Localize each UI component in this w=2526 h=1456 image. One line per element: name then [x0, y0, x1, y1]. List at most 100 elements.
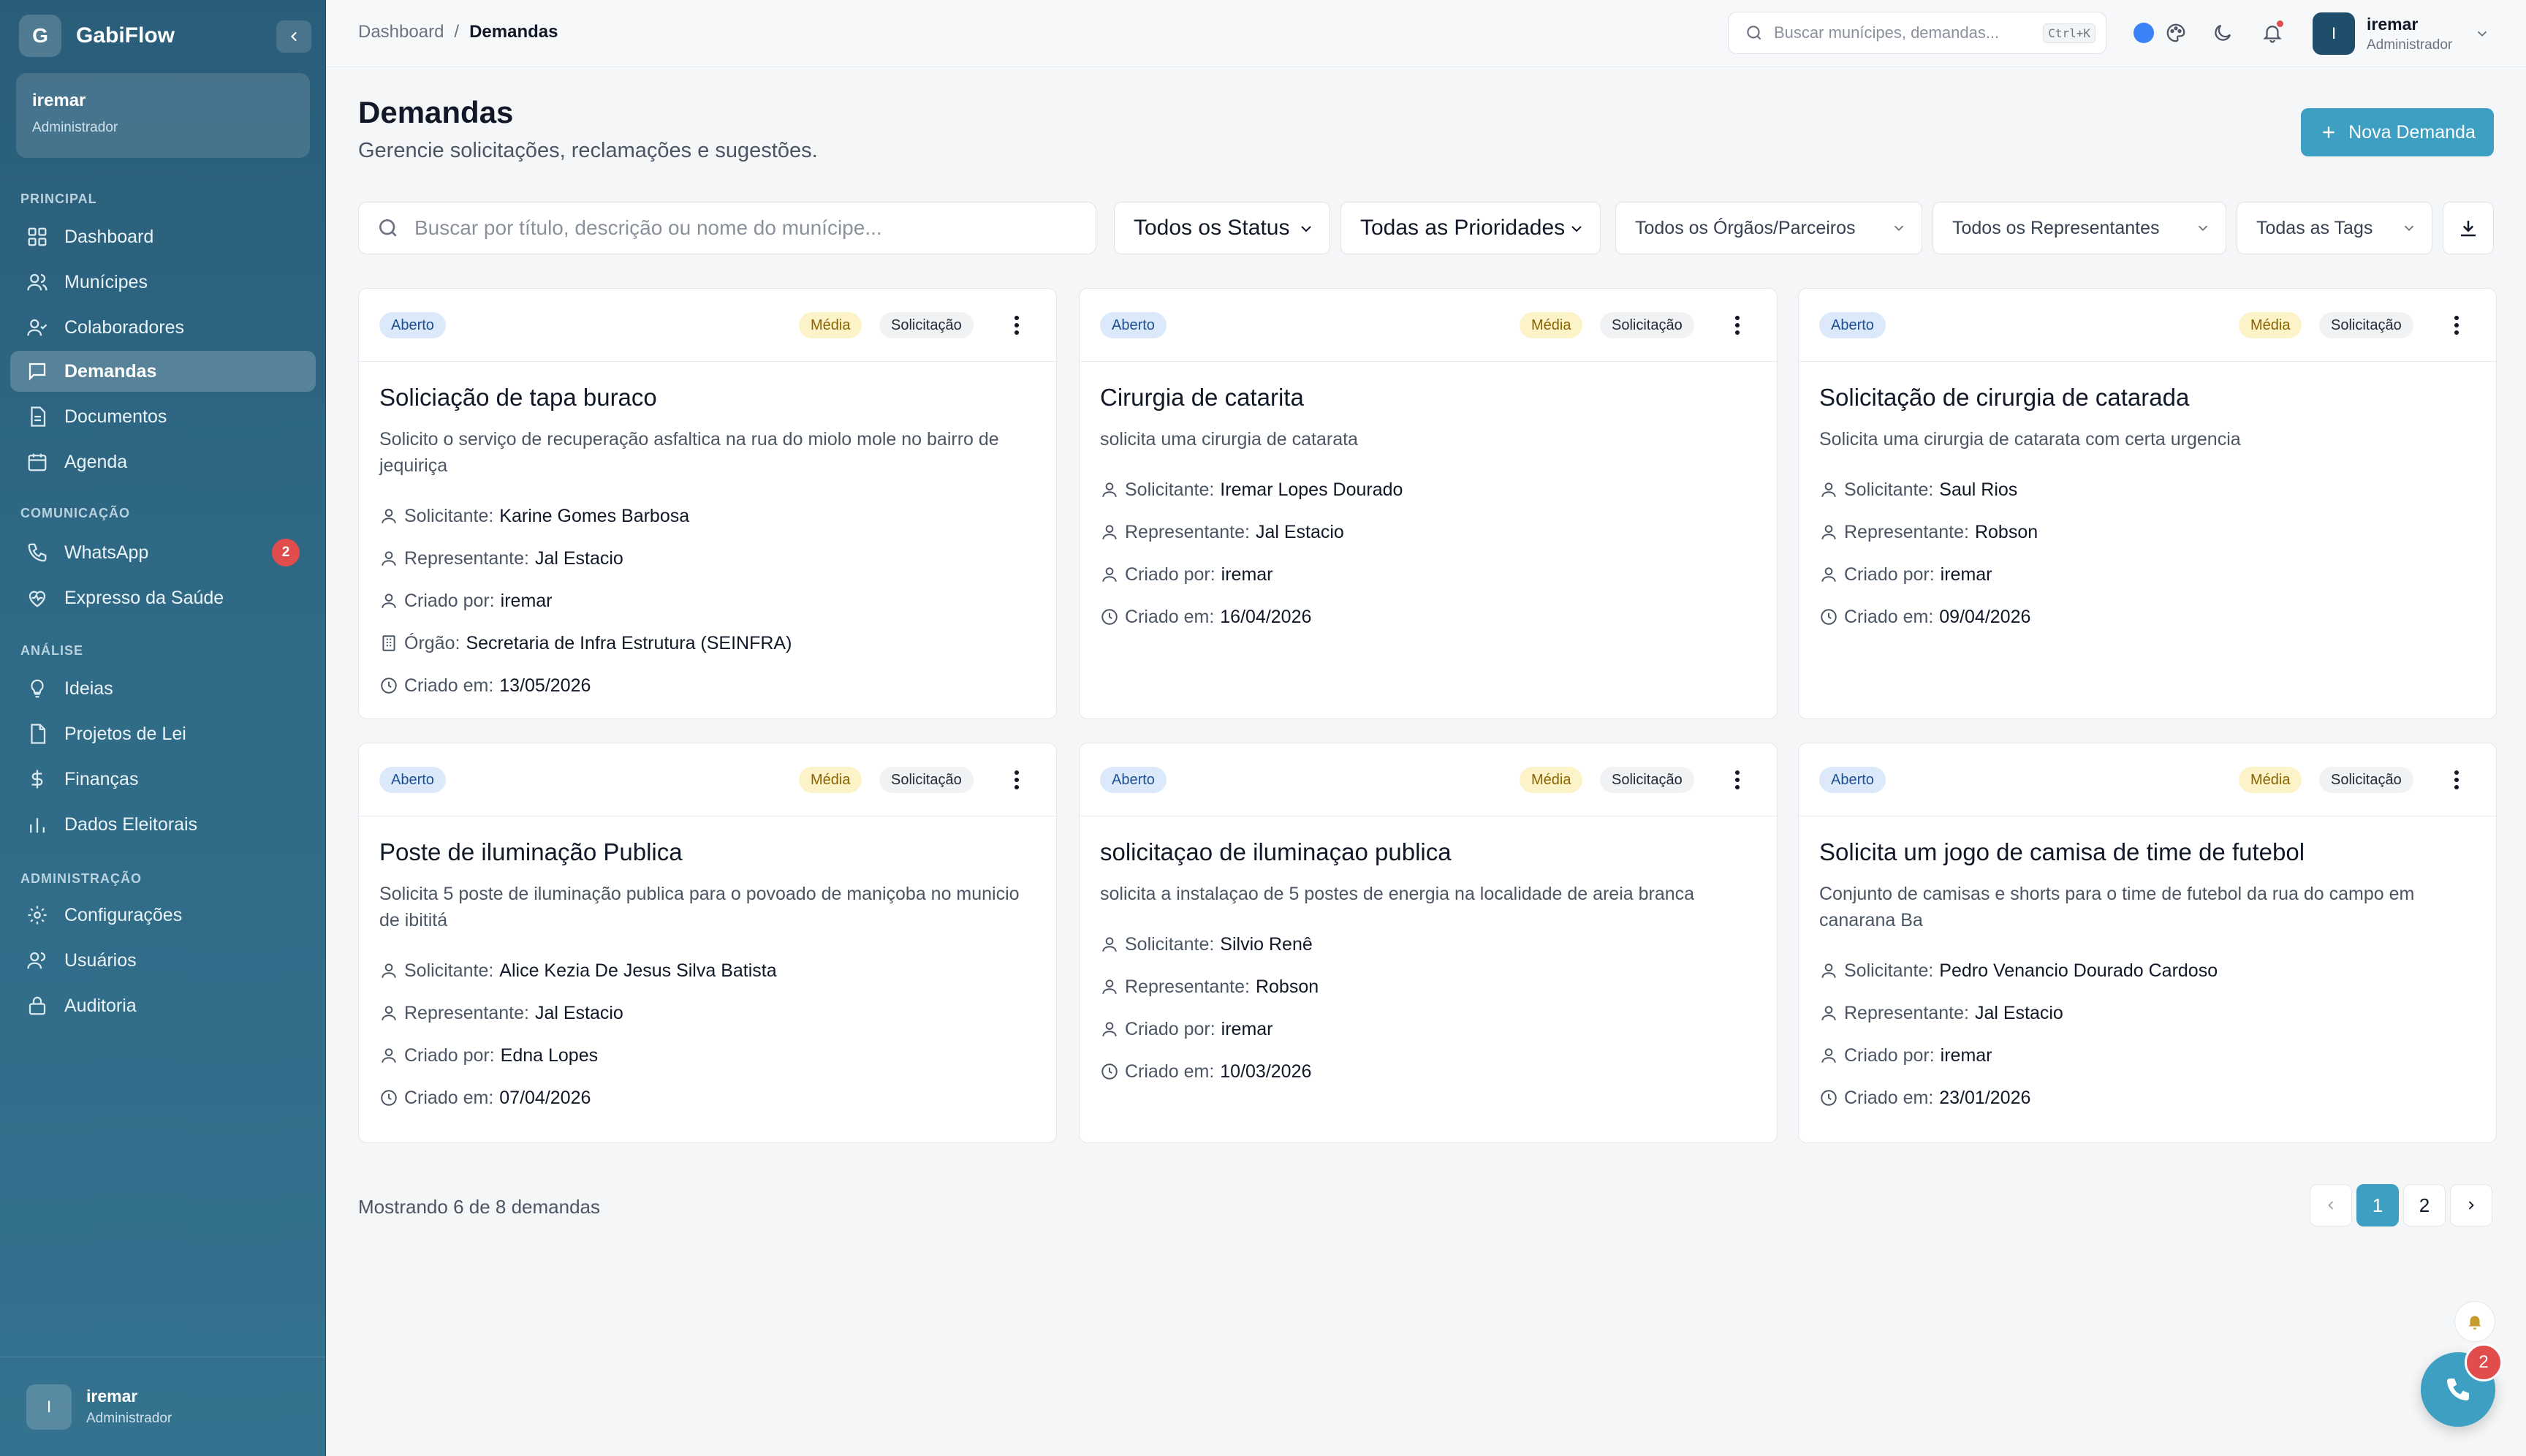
- more-vertical-icon: [2454, 316, 2459, 335]
- card-menu-button[interactable]: [2448, 767, 2465, 793]
- pagination-page-2[interactable]: 2: [2403, 1184, 2446, 1226]
- sidebar-item-dados-eleitorais[interactable]: Dados Eleitorais: [10, 804, 316, 845]
- meta-representante: Representante: Jal Estacio: [379, 537, 1036, 580]
- card-menu-button[interactable]: [1008, 312, 1025, 338]
- user-menu[interactable]: I iremar Administrador: [2313, 10, 2490, 57]
- demand-search-input[interactable]: Buscar por título, descrição ou nome do …: [358, 202, 1096, 254]
- meta-criado-em: Criado em: 23/01/2026: [1819, 1077, 2476, 1119]
- meta-label: Representante:: [404, 547, 529, 569]
- sidebar-item-whatsapp[interactable]: WhatsApp 2: [10, 532, 316, 573]
- plus-icon: [2323, 126, 2335, 138]
- sidebar-item-projetos-lei[interactable]: Projetos de Lei: [10, 713, 316, 754]
- section-analise: ANÁLISE: [20, 643, 84, 658]
- card-menu-button[interactable]: [2448, 312, 2465, 338]
- chevron-down-icon: [2404, 225, 2414, 232]
- sidebar-item-configuracoes[interactable]: Configurações: [10, 895, 316, 936]
- meta-label: Representante:: [1125, 521, 1250, 542]
- color-dot-icon: [2134, 23, 2154, 43]
- meta-criado-por: Criado por: iremar: [1100, 1008, 1756, 1050]
- demand-card[interactable]: Aberto Média Solicitação Cirurgia de catari…: [1079, 288, 1778, 719]
- brand-logo: G: [19, 15, 61, 57]
- dollar-icon: [31, 770, 43, 789]
- meta-label: Solicitante:: [1844, 960, 1934, 981]
- chevron-right-icon: [2468, 1201, 2474, 1210]
- palette-button[interactable]: [2163, 20, 2188, 45]
- pagination-next-button[interactable]: [2450, 1184, 2492, 1226]
- sidebar-item-colaboradores[interactable]: Colaboradores: [10, 307, 316, 348]
- representative-filter-value: Todos os Representantes: [1952, 217, 2160, 238]
- export-button[interactable]: [2443, 202, 2494, 254]
- notifications-button[interactable]: [2260, 20, 2285, 45]
- dark-mode-toggle[interactable]: [2210, 20, 2235, 45]
- clock-icon: [381, 1090, 397, 1106]
- sidebar-item-ideias[interactable]: Ideias: [10, 668, 316, 709]
- org-filter-value: Todos os Órgãos/Parceiros: [1635, 217, 1856, 238]
- sidebar-item-usuarios[interactable]: Usuários: [10, 940, 316, 981]
- status-badge: Aberto: [1819, 312, 1886, 338]
- pagination-page-1[interactable]: 1: [2356, 1184, 2399, 1226]
- sidebar-item-agenda[interactable]: Agenda: [10, 441, 316, 482]
- tags-filter-select[interactable]: Todas as Tags: [2237, 202, 2432, 254]
- sidebar-item-label: Configurações: [64, 904, 183, 925]
- card-meta: Solicitante: Karine Gomes Barbosa Represen…: [379, 495, 1036, 707]
- theme-color-button[interactable]: [2131, 20, 2156, 45]
- tags-filter-value: Todas as Tags: [2256, 217, 2373, 238]
- clock-icon: [1821, 1090, 1837, 1106]
- clock-icon: [1101, 609, 1118, 625]
- sidebar-item-documentos[interactable]: Documentos: [10, 396, 316, 437]
- meta-value: Edna Lopes: [500, 1044, 599, 1066]
- card-description: Solicito o serviço de recuperação asfalt…: [379, 429, 999, 476]
- sidebar-item-demandas[interactable]: Demandas: [10, 351, 316, 392]
- status-filter-select[interactable]: Todos os Status: [1114, 202, 1330, 254]
- message-square-icon: [29, 363, 46, 381]
- meta-value: 10/03/2026: [1220, 1061, 1312, 1082]
- sidebar-item-municipes[interactable]: Munícipes: [10, 262, 316, 303]
- global-search-input[interactable]: Buscar munícipes, demandas... Ctrl+K: [1728, 12, 2106, 54]
- demand-card[interactable]: Aberto Média Solicitação Soliciação de tapa…: [358, 288, 1057, 719]
- meta-solicitante: Solicitante: Silvio Renê: [1100, 923, 1756, 966]
- user-icon: [382, 551, 396, 566]
- meta-solicitante: Solicitante: Iremar Lopes Dourado: [1100, 469, 1756, 511]
- card-menu-button[interactable]: [1008, 767, 1025, 793]
- representative-filter-select[interactable]: Todos os Representantes: [1933, 202, 2226, 254]
- collapse-sidebar-button[interactable]: [276, 20, 311, 53]
- card-meta: Solicitante: Saul Rios Representante: Robso…: [1819, 469, 2476, 638]
- user-icon: [1821, 567, 1836, 582]
- org-filter-select[interactable]: Todos os Órgãos/Parceiros: [1615, 202, 1922, 254]
- pagination-prev-button[interactable]: [2310, 1184, 2352, 1226]
- sidebar-user-card[interactable]: iremar Administrador: [16, 73, 310, 158]
- sidebar-item-auditoria[interactable]: Auditoria: [10, 985, 316, 1026]
- sidebar-item-expresso-saude[interactable]: Expresso da Saúde: [10, 577, 316, 618]
- meta-value: Iremar Lopes Dourado: [1220, 479, 1403, 500]
- card-menu-button[interactable]: [1729, 312, 1746, 338]
- building-icon: [382, 635, 395, 651]
- breadcrumb-root[interactable]: Dashboard: [358, 22, 444, 42]
- bell-icon: [2468, 1316, 2481, 1330]
- phone-icon: [28, 543, 47, 562]
- sidebar-item-financas[interactable]: Finanças: [10, 759, 316, 800]
- sidebar-item-dashboard[interactable]: Dashboard: [10, 216, 316, 257]
- status-badge: Aberto: [379, 312, 446, 338]
- floating-bell-button[interactable]: [2454, 1301, 2495, 1342]
- meta-label: Criado por:: [1844, 1044, 1935, 1066]
- priority-filter-value: Todas as Prioridades: [1360, 216, 1566, 240]
- demand-card[interactable]: Aberto Média Solicitação Solicitação de cir…: [1798, 288, 2497, 719]
- sidebar-item-label: Colaboradores: [64, 316, 184, 338]
- demand-card[interactable]: Aberto Média Solicitação solicitaçao de ilu…: [1079, 743, 1778, 1143]
- card-meta: Solicitante: Alice Kezia De Jesus Silva B…: [379, 949, 1036, 1119]
- demand-card[interactable]: Aberto Média Solicitação Solicita um jogo d…: [1798, 743, 2497, 1143]
- section-administracao: ADMINISTRAÇÃO: [20, 871, 142, 886]
- new-demand-button[interactable]: Nova Demanda: [2301, 108, 2494, 156]
- avatar: I: [2313, 12, 2355, 55]
- card-title: Cirurgia de catarita: [1100, 384, 1304, 411]
- whatsapp-unread-badge: 2: [272, 539, 300, 566]
- sidebar-footer-user[interactable]: I iremar Administrador: [0, 1357, 326, 1456]
- meta-label: Criado por:: [1125, 1018, 1215, 1039]
- card-menu-button[interactable]: [1729, 767, 1746, 793]
- user-icon: [1821, 1006, 1836, 1020]
- chevron-down-icon: [1571, 226, 1582, 232]
- user-icon: [382, 509, 396, 523]
- meta-criado-em: Criado em: 07/04/2026: [379, 1077, 1036, 1119]
- demand-card[interactable]: Aberto Média Solicitação Poste de iluminaçã…: [358, 743, 1057, 1143]
- priority-filter-select[interactable]: Todas as Prioridades: [1340, 202, 1601, 254]
